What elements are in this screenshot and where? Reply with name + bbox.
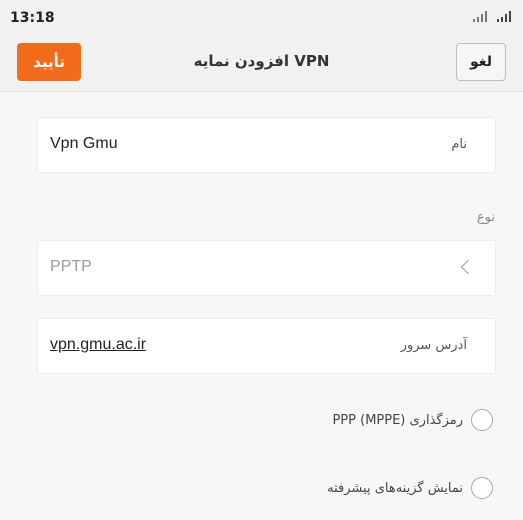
status-bar: 13:18	[0, 0, 523, 36]
signal-icon	[497, 10, 511, 22]
status-icons	[473, 10, 511, 22]
advanced-radio[interactable]	[471, 477, 493, 499]
type-section-label: نوع	[476, 210, 495, 225]
advanced-label: نمایش گزینه‌های پیشرفته	[327, 480, 463, 496]
chevron-left-icon	[460, 259, 476, 275]
mppe-radio[interactable]	[471, 409, 493, 431]
header: تأیید افزودن نمایه VPN لغو	[0, 36, 523, 92]
name-field[interactable]: Vpn Gmu نام	[37, 117, 496, 173]
type-select[interactable]: PPTP	[37, 240, 496, 296]
cancel-button[interactable]: لغو	[456, 43, 506, 81]
mppe-option[interactable]: رمزگذاری PPP (MPPE)	[332, 406, 493, 434]
mppe-label: رمزگذاری PPP (MPPE)	[332, 412, 463, 428]
name-value: Vpn Gmu	[50, 135, 118, 152]
advanced-option[interactable]: نمایش گزینه‌های پیشرفته	[327, 474, 493, 502]
server-value: vpn.gmu.ac.ir	[50, 336, 147, 353]
name-label: نام	[451, 137, 467, 152]
page-title: افزودن نمایه VPN	[193, 52, 330, 70]
server-field[interactable]: vpn.gmu.ac.ir آدرس سرور	[37, 318, 496, 374]
signal-icon	[473, 10, 487, 22]
status-time: 13:18	[10, 10, 55, 26]
server-label: آدرس سرور	[400, 338, 467, 353]
type-value: PPTP	[50, 258, 92, 275]
